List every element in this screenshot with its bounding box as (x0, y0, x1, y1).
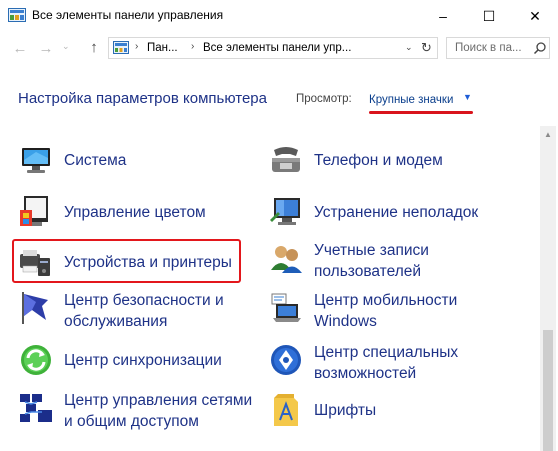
recent-locations-button[interactable]: ⌄ (62, 41, 70, 52)
breadcrumb-separator-icon: › (135, 41, 139, 52)
item-phone-modem[interactable]: Телефон и модем (268, 142, 528, 192)
breadcrumb-separator-icon: › (191, 41, 195, 52)
title-bar: Все элементы панели управления – ☐ ✕ (0, 0, 558, 32)
scrollbar-thumb[interactable] (543, 330, 553, 451)
maximize-button[interactable]: ☐ (466, 0, 512, 32)
breadcrumb-all-items[interactable]: Все элементы панели упр... (203, 42, 351, 54)
chevron-down-icon[interactable]: ▼ (463, 92, 472, 102)
search-input[interactable]: Поиск в па... (446, 37, 550, 59)
control-panel-icon (113, 41, 129, 54)
item-sync-center[interactable]: Центр синхронизации (18, 342, 248, 392)
breadcrumb-control-panel[interactable]: Пан... (147, 42, 178, 54)
up-button[interactable]: ↑ (84, 37, 104, 57)
item-mobility-center[interactable]: Центр мобильности Windows (268, 290, 528, 340)
item-troubleshooting[interactable]: Устранение неполадок (268, 194, 528, 244)
network-center-icon (20, 394, 52, 422)
address-dropdown-icon[interactable]: ⌄ (405, 42, 413, 53)
refresh-icon[interactable]: ↻ (421, 40, 432, 56)
search-placeholder: Поиск в па... (455, 42, 522, 54)
back-button[interactable]: ← (10, 38, 30, 58)
system-icon (22, 148, 50, 173)
user-accounts-icon (271, 246, 302, 273)
view-label: Просмотр: (296, 93, 352, 105)
address-bar[interactable]: › Пан... › Все элементы панели упр... ⌄ … (108, 37, 438, 59)
item-label[interactable]: Система (64, 150, 126, 171)
view-mode-dropdown[interactable]: Крупные значки ▼ (369, 90, 472, 110)
fonts-icon (274, 394, 298, 426)
search-icon[interactable] (533, 41, 547, 55)
forward-button[interactable]: → (36, 38, 56, 58)
item-color-management[interactable]: Управление цветом (18, 194, 248, 244)
troubleshooting-icon (270, 198, 300, 225)
item-label[interactable]: Шрифты (314, 400, 376, 421)
highlight-box (12, 239, 241, 283)
item-label[interactable]: Центр специальных возможностей (314, 342, 458, 384)
page-title: Настройка параметров компьютера (18, 90, 267, 107)
item-fonts[interactable]: Шрифты (268, 392, 528, 442)
item-label[interactable]: Центр управления сетями и общим доступом (64, 390, 252, 432)
minimize-button[interactable]: – (420, 0, 466, 32)
phone-modem-icon (272, 147, 300, 172)
window-title: Все элементы панели управления (32, 8, 224, 22)
view-mode-value[interactable]: Крупные значки (369, 94, 453, 106)
item-security-center[interactable]: Центр безопасности и обслуживания (18, 290, 248, 340)
item-system[interactable]: Система (18, 142, 248, 192)
item-label[interactable]: Центр мобильности Windows (314, 290, 457, 332)
navigation-bar: ← → ⌄ ↑ › Пан... › Все элементы панели у… (0, 32, 558, 64)
item-network-center[interactable]: Центр управления сетями и общим доступом (18, 390, 258, 440)
accessibility-icon (271, 345, 301, 375)
security-center-icon (22, 292, 48, 324)
item-label[interactable]: Центр безопасности и обслуживания (64, 290, 224, 332)
item-user-accounts[interactable]: Учетные записи пользователей (268, 240, 528, 290)
item-label[interactable]: Учетные записи пользователей (314, 240, 429, 282)
color-management-icon (20, 196, 48, 226)
item-label[interactable]: Устранение неполадок (314, 202, 478, 223)
item-label[interactable]: Телефон и модем (314, 150, 443, 171)
sync-center-icon (21, 345, 51, 375)
control-panel-icon (8, 8, 26, 22)
highlight-underline (369, 111, 473, 114)
close-button[interactable]: ✕ (512, 0, 558, 32)
mobility-center-icon (271, 293, 301, 322)
item-label[interactable]: Центр синхронизации (64, 350, 222, 371)
scroll-up-icon[interactable]: ▲ (540, 126, 556, 142)
item-label[interactable]: Управление цветом (64, 202, 206, 223)
item-accessibility[interactable]: Центр специальных возможностей (268, 342, 528, 392)
control-panel-window: Все элементы панели управления – ☐ ✕ ← →… (0, 0, 558, 451)
